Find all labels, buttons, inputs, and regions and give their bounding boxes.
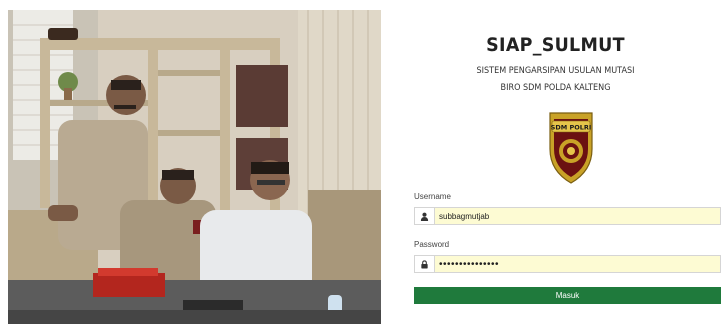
hero-photo: [8, 10, 381, 324]
password-field-group: [414, 255, 721, 273]
app-subtitle-line1: SISTEM PENGARSIPAN USULAN MUTASI: [476, 66, 635, 76]
password-input[interactable]: [434, 255, 721, 273]
login-button[interactable]: Masuk: [414, 287, 721, 304]
app-title: SIAP_SULMUT: [486, 34, 625, 56]
username-label: Username: [414, 192, 451, 201]
sdm-polri-logo: SDM POLRI: [546, 109, 596, 185]
lock-icon: [414, 255, 434, 273]
username-input[interactable]: [434, 207, 721, 225]
user-icon: [414, 207, 434, 225]
logo-text: SDM POLRI: [551, 124, 592, 132]
password-label: Password: [414, 240, 450, 249]
username-field-group: [414, 207, 721, 225]
app-subtitle-line2: BIRO SDM POLDA KALTENG: [500, 83, 611, 93]
